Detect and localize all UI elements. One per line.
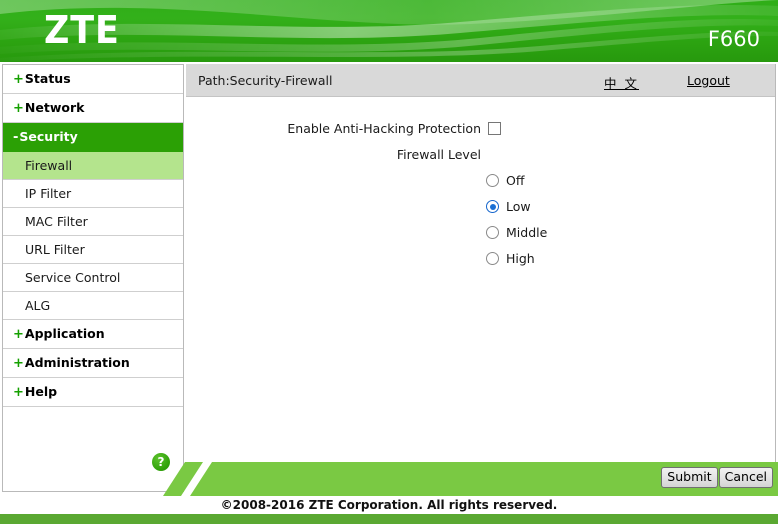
copyright-text: ©2008-2016 ZTE Corporation. All rights r… [220,498,558,512]
anti-hacking-row: Enable Anti-Hacking Protection [186,121,775,147]
anti-hacking-label: Enable Anti-Hacking Protection [287,121,481,136]
radio-off[interactable] [486,174,499,187]
sidebar-item-security[interactable]: -Security [3,123,183,152]
submit-button[interactable]: Submit [661,467,718,488]
expand-plus-icon: + [13,356,24,371]
sidebar-item-label: Status [24,71,71,86]
path-bar: Path:Security-Firewall 中 文 Logout [186,64,775,97]
sidebar-item-label: IP Filter [25,186,72,201]
device-model-label: F660 [707,27,760,51]
sidebar-item-alg[interactable]: ALG [3,292,183,320]
content-panel: Path:Security-Firewall 中 文 Logout Enable… [186,64,776,492]
footer: Submit Cancel ©2008-2016 ZTE Corporation.… [0,462,778,524]
firewall-level-label: Firewall Level [396,147,481,162]
logout-link[interactable]: Logout [687,73,730,88]
sidebar-item-network[interactable]: +Network [3,94,183,123]
main-body: +Status +Network -Security Firewall IP F… [0,62,778,524]
sidebar-item-label: ALG [25,298,51,313]
header-banner: ZTE F660 [0,0,778,62]
sidebar-item-label: Service Control [25,270,121,285]
sidebar-navigation: +Status +Network -Security Firewall IP F… [2,64,184,492]
radio-middle[interactable] [486,226,499,239]
sidebar-item-url-filter[interactable]: URL Filter [3,236,183,264]
sidebar-item-label: Security [19,129,78,144]
anti-hacking-checkbox[interactable] [488,122,501,135]
sidebar-item-service-control[interactable]: Service Control [3,264,183,292]
zte-logo: ZTE [44,8,120,52]
cancel-button[interactable]: Cancel [718,467,773,488]
firewall-level-option-middle: Middle [186,225,775,251]
sidebar-item-application[interactable]: +Application [3,320,183,349]
language-switch-link[interactable]: 中 文 [604,73,639,92]
firewall-level-option-off: Off [186,173,775,199]
breadcrumb: Path:Security-Firewall [198,73,333,88]
sidebar-item-label: MAC Filter [25,214,88,229]
sidebar-item-help[interactable]: +Help [3,378,183,407]
radio-high[interactable] [486,252,499,265]
footer-buttons: Submit Cancel [660,467,773,488]
radio-middle-label[interactable]: Middle [506,225,547,241]
sidebar-item-label: Application [24,326,105,341]
firewall-level-option-high: High [186,251,775,277]
collapse-minus-icon: - [13,130,19,145]
sidebar-item-label: Help [24,384,58,399]
sidebar-item-firewall[interactable]: Firewall [3,152,183,180]
footer-bottom-bar [0,514,778,524]
sidebar-item-label: URL Filter [25,242,85,257]
sidebar-item-label: Firewall [25,158,73,173]
firewall-form: Enable Anti-Hacking Protection Firewall … [186,97,775,277]
firewall-level-row: Firewall Level [186,147,775,173]
radio-low[interactable] [486,200,499,213]
sidebar-item-ip-filter[interactable]: IP Filter [3,180,183,208]
expand-plus-icon: + [13,101,24,116]
expand-plus-icon: + [13,72,24,87]
sidebar-item-administration[interactable]: +Administration [3,349,183,378]
radio-off-label[interactable]: Off [506,173,524,189]
sidebar-item-label: Network [24,100,85,115]
sidebar-item-mac-filter[interactable]: MAC Filter [3,208,183,236]
expand-plus-icon: + [13,327,24,342]
expand-plus-icon: + [13,385,24,400]
firewall-level-option-low: Low [186,199,775,225]
radio-high-label[interactable]: High [506,251,535,267]
sidebar-item-label: Administration [24,355,130,370]
sidebar-item-status[interactable]: +Status [3,65,183,94]
radio-low-label[interactable]: Low [506,199,531,215]
